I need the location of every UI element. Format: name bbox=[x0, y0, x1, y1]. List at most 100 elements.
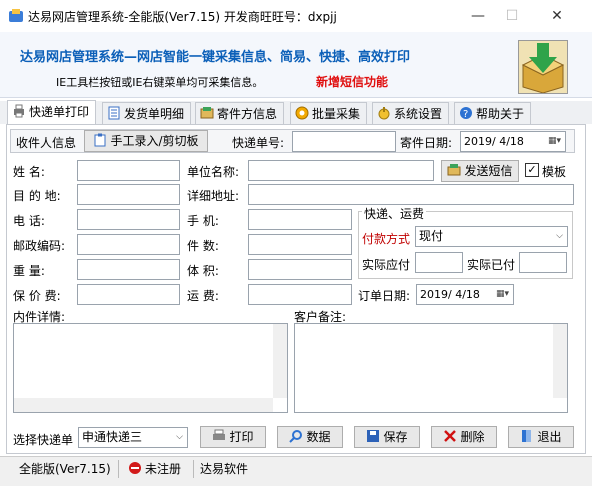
calendar-dropdown-icon[interactable]: ▦▾ bbox=[496, 285, 509, 304]
status-divider bbox=[118, 460, 119, 478]
items-detail-textarea[interactable] bbox=[13, 323, 288, 413]
amount-payable-input[interactable] bbox=[415, 252, 463, 273]
tab-sender-info[interactable]: 寄件方信息 bbox=[195, 102, 285, 124]
insured-fee-input[interactable] bbox=[77, 284, 180, 305]
data-button[interactable]: 数据 bbox=[277, 426, 343, 448]
download-box-logo bbox=[518, 40, 568, 94]
shipping-group-title: 快递、运费 bbox=[362, 205, 427, 222]
exit-button[interactable]: 退出 bbox=[508, 426, 574, 448]
print-button[interactable]: 打印 bbox=[200, 426, 266, 448]
waybill-template-select[interactable]: 申通快递三 ⌵ bbox=[78, 427, 188, 448]
weight-label: 重 量: bbox=[13, 264, 45, 278]
exit-door-icon bbox=[520, 429, 534, 443]
company-status: 达易软件 bbox=[200, 462, 249, 476]
name-label: 姓 名: bbox=[13, 165, 45, 179]
chevron-down-icon: ⌵ bbox=[556, 231, 563, 241]
postcode-label: 邮政编码: bbox=[13, 239, 66, 253]
registration-status: 未注册 bbox=[128, 458, 181, 480]
edition-status: 全能版(Ver7.15) bbox=[19, 462, 111, 476]
unregistered-icon bbox=[128, 460, 142, 474]
payment-method-select[interactable]: 现付 ⌵ bbox=[415, 226, 568, 247]
address-input[interactable] bbox=[248, 184, 574, 205]
payment-method-label: 付款方式 bbox=[362, 232, 411, 246]
tab-print-waybill[interactable]: 快递单打印 bbox=[7, 100, 97, 125]
search-icon bbox=[289, 429, 303, 443]
tab-label: 快递单打印 bbox=[29, 105, 90, 119]
send-date-picker[interactable]: 2019/ 4/18 ▦▾ bbox=[460, 131, 566, 152]
tab-label: 发货单明细 bbox=[124, 107, 185, 121]
delete-x-icon bbox=[443, 429, 457, 443]
tab-batch-collect[interactable]: 批量采集 bbox=[290, 102, 368, 124]
insured-fee-label: 保 价 费: bbox=[13, 289, 61, 303]
template-label: 模板 bbox=[542, 165, 567, 179]
vertical-scrollbar[interactable] bbox=[553, 324, 567, 398]
destination-input[interactable] bbox=[77, 184, 180, 205]
new-feature-text: 新增短信功能 bbox=[316, 75, 389, 89]
postcode-input[interactable] bbox=[77, 234, 180, 255]
name-input[interactable] bbox=[77, 160, 180, 181]
document-list-icon bbox=[107, 105, 121, 120]
sms-icon bbox=[447, 163, 461, 177]
address-label: 详细地址: bbox=[187, 189, 240, 203]
status-divider bbox=[193, 460, 194, 478]
mobile-input[interactable] bbox=[248, 209, 352, 230]
sender-card-icon bbox=[200, 105, 214, 119]
volume-label: 体 积: bbox=[187, 264, 219, 278]
printer-icon bbox=[212, 429, 226, 443]
template-checkbox[interactable]: ✓ bbox=[525, 163, 539, 177]
banner-title: 达易网店管理系统—网店智能一键采集信息、简易、快捷、高效打印 bbox=[20, 50, 411, 65]
payment-method-value: 现付 bbox=[419, 229, 444, 243]
tab-help-about[interactable]: ? 帮助关于 bbox=[454, 102, 532, 124]
batch-circle-icon bbox=[295, 105, 309, 120]
close-button[interactable]: ✕ bbox=[534, 0, 580, 32]
tab-label: 系统设置 bbox=[394, 107, 443, 121]
freight-input[interactable] bbox=[248, 284, 352, 305]
pieces-input[interactable] bbox=[248, 234, 352, 255]
phone-input[interactable] bbox=[77, 209, 180, 230]
data-label: 数据 bbox=[306, 430, 331, 444]
chevron-down-icon: ⌵ bbox=[176, 432, 183, 442]
delete-label: 删除 bbox=[460, 430, 485, 444]
calendar-dropdown-icon[interactable]: ▦▾ bbox=[548, 132, 561, 151]
amount-payable-label: 实际应付 bbox=[362, 258, 411, 272]
app-icon bbox=[8, 8, 24, 24]
company-label: 单位名称: bbox=[187, 165, 240, 179]
tab-system-settings[interactable]: 系统设置 bbox=[372, 102, 450, 124]
maximize-button[interactable]: ☐ bbox=[489, 0, 535, 32]
company-input[interactable] bbox=[248, 160, 434, 181]
clipboard-icon bbox=[93, 133, 107, 147]
save-button[interactable]: 保存 bbox=[354, 426, 420, 448]
print-label: 打印 bbox=[229, 430, 254, 444]
help-icon: ? bbox=[459, 105, 473, 120]
send-sms-label: 发送短信 bbox=[464, 164, 513, 178]
tracking-number-label: 快递单号: bbox=[232, 136, 285, 150]
tracking-number-input[interactable] bbox=[292, 131, 396, 152]
manual-entry-button[interactable]: 手工录入/剪切板 bbox=[84, 130, 208, 152]
destination-label: 目 的 地: bbox=[13, 189, 61, 203]
volume-input[interactable] bbox=[248, 259, 352, 280]
select-waybill-label: 选择快递单 bbox=[13, 433, 74, 447]
settings-hand-icon bbox=[377, 105, 391, 120]
recipient-info-label: 收件人信息 bbox=[16, 136, 77, 150]
order-date-picker[interactable]: 2019/ 4/18 ▦▾ bbox=[416, 284, 514, 305]
waybill-template-value: 申通快递三 bbox=[82, 430, 143, 444]
horizontal-scrollbar[interactable] bbox=[14, 398, 273, 412]
exit-label: 退出 bbox=[537, 430, 562, 444]
customer-notes-textarea[interactable] bbox=[294, 323, 568, 413]
tab-label: 帮助关于 bbox=[476, 107, 525, 121]
amount-paid-label: 实际已付 bbox=[467, 258, 516, 272]
tab-label: 寄件方信息 bbox=[217, 107, 278, 121]
manual-entry-label: 手工录入/剪切板 bbox=[110, 134, 199, 148]
tab-label: 批量采集 bbox=[312, 107, 361, 121]
weight-input[interactable] bbox=[77, 259, 180, 280]
send-sms-button[interactable]: 发送短信 bbox=[441, 160, 519, 182]
delete-button[interactable]: 删除 bbox=[431, 426, 497, 448]
send-date-value: 2019/ 4/18 bbox=[464, 135, 524, 148]
amount-paid-input[interactable] bbox=[519, 252, 567, 273]
vertical-scrollbar[interactable] bbox=[273, 324, 287, 398]
save-disk-icon bbox=[366, 429, 380, 443]
svg-text:?: ? bbox=[463, 109, 468, 120]
tab-shipping-details[interactable]: 发货单明细 bbox=[102, 102, 192, 124]
registration-label: 未注册 bbox=[145, 462, 182, 476]
printer-icon bbox=[12, 103, 26, 118]
